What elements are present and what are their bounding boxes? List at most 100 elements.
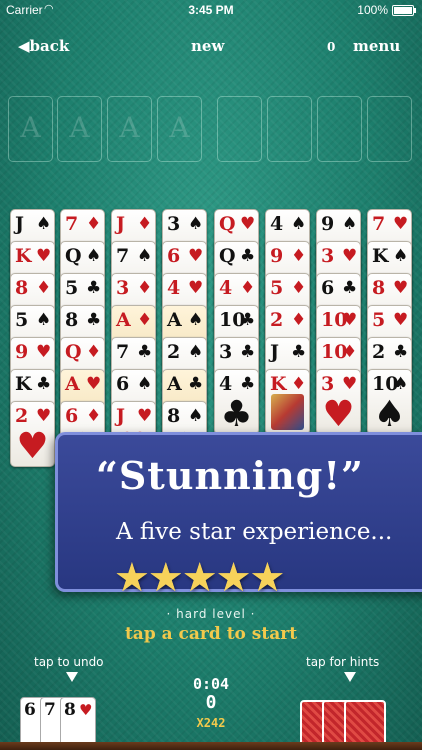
battery-icon [392,5,416,16]
star-icon: ★ [249,555,286,601]
free-cell-slot[interactable] [267,96,312,162]
card-suit-icon: ♠ [137,374,153,394]
card-rank: 6 [321,277,335,299]
card-center-suit-icon: ♥ [322,394,355,435]
card-rank: 8 [372,277,386,299]
foundation-slot[interactable]: A [8,96,53,162]
card-suit-icon: ♠ [393,246,409,266]
new-game-button[interactable]: new [191,37,224,55]
card-suit-icon: ♠ [86,246,102,266]
card-rank: 4 [219,373,233,395]
card-rank: 2 [15,405,29,427]
card-suit-icon: ♥ [137,406,153,426]
card-rank: A [167,373,182,395]
foundation-slot[interactable]: A [57,96,102,162]
card-suit-icon: ♦ [342,342,358,362]
foundation-slot[interactable]: A [107,96,152,162]
card-rank: K [15,245,32,267]
card-rank: 5 [15,309,29,331]
card-rank: 3 [321,373,335,395]
card-suit-icon: ♣ [291,342,307,362]
card-rank: 7 [372,213,386,235]
foundation-slot[interactable]: A [157,96,202,162]
card-rank: A [65,373,80,395]
card-rank: 9 [15,341,29,363]
card-rank: J [116,405,125,427]
card-rank: 9 [321,213,335,235]
card-rank: 8 [167,405,181,427]
card-suit-icon: ♦ [86,214,102,234]
free-cell-slot[interactable] [317,96,362,162]
playing-card[interactable]: K ♦ [265,369,310,435]
card-suit-icon: ♠ [137,246,153,266]
undo-card-rank: 8 [64,700,76,720]
star-icon: ★ [114,555,150,601]
card-suit-icon: ♥ [188,278,204,298]
card-suit-icon: ♠ [188,214,204,234]
star-icon: ★ [215,555,252,601]
card-rank: 2 [270,309,284,331]
card-rank: 4 [219,277,233,299]
card-rank: 6 [167,245,181,267]
card-rank: 4 [270,213,284,235]
card-rank: 3 [116,277,130,299]
foundation-placeholder: A [20,111,41,144]
card-rank: A [167,309,182,331]
card-rank: 5 [372,309,386,331]
card-suit-icon: ♣ [86,310,102,330]
card-rank: K [15,373,32,395]
card-suit-icon: ♠ [36,214,52,234]
card-suit-icon: ♦ [137,214,153,234]
card-rank: K [270,373,287,395]
card-suit-icon: ♠ [188,342,204,362]
card-suit-icon: ♣ [240,342,256,362]
card-suit-icon: ♠ [188,310,204,330]
card-rank: 6 [116,373,130,395]
card-suit-icon: ♥ [393,278,409,298]
card-rank: Q [65,245,82,267]
card-suit-icon: ♣ [240,374,256,394]
card-suit-icon: ♣ [36,374,52,394]
card-rank: Q [219,245,236,267]
card-rank: Q [219,213,236,235]
playing-card[interactable]: 10 ♠ ♠ [367,369,412,435]
card-suit-icon: ♥ [342,310,358,330]
card-suit-icon: ♥ [36,246,52,266]
card-center-suit-icon: ♣ [220,394,253,435]
card-suit-icon: ♠ [36,310,52,330]
playing-card[interactable]: 3 ♥ ♥ [316,369,361,435]
card-suit-icon: ♦ [240,278,256,298]
difficulty-level: · hard level · [166,607,256,621]
card-rank: K [372,245,389,267]
card-center-suit-icon: ♥ [16,426,49,467]
card-suit-icon: ♦ [86,406,102,426]
card-rank: 2 [372,341,386,363]
star-icon: ★ [181,555,218,601]
card-rank: 5 [65,277,79,299]
foundation-placeholder: A [169,111,190,144]
card-suit-icon: ♦ [291,374,307,394]
playing-card[interactable]: 2 ♥ ♥ [10,401,55,467]
menu-button[interactable]: menu [353,37,400,55]
card-suit-icon: ♣ [342,278,358,298]
card-suit-icon: ♣ [137,342,153,362]
free-cell-slot[interactable] [367,96,412,162]
top-bar: ◀back new 0 menu [0,36,422,58]
card-suit-icon: ♥ [36,342,52,362]
card-rank: J [116,213,125,235]
card-suit-icon: ♥ [36,406,52,426]
card-rank: 7 [116,341,130,363]
card-suit-icon: ♥ [240,214,256,234]
card-rank: 6 [65,405,79,427]
card-rank: 8 [15,277,29,299]
foundation-placeholder: A [69,111,90,144]
card-suit-icon: ♥ [393,310,409,330]
hints-label: tap for hints [306,655,380,669]
free-cell-slot[interactable] [217,96,262,162]
back-button[interactable]: ◀back [18,37,69,55]
playing-card[interactable]: 4 ♣ ♣ [214,369,259,435]
card-suit-icon: ♥ [393,214,409,234]
card-center-suit-icon: ♠ [373,394,406,435]
card-suit-icon: ♦ [291,246,307,266]
card-suit-icon: ♠ [393,374,409,394]
